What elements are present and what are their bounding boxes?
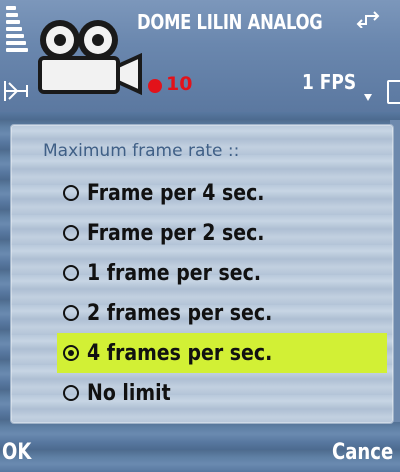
record-indicator-icon <box>148 79 162 93</box>
radio-icon <box>63 385 79 401</box>
radio-icon <box>63 225 79 241</box>
radio-icon <box>63 265 79 281</box>
dialog-title: Maximum frame rate :: <box>43 141 240 161</box>
battery-icon <box>387 80 400 104</box>
frame-rate-dialog: Maximum frame rate :: Frame per 4 sec. F… <box>10 124 394 424</box>
option-label: 2 frames per sec. <box>87 300 273 326</box>
softkey-bar: OK Cance <box>0 428 400 472</box>
option-label: No limit <box>87 380 171 406</box>
option-label: Frame per 4 sec. <box>87 180 265 206</box>
antenna-icon <box>4 81 28 101</box>
radio-icon <box>63 305 79 321</box>
option-2-frames-per-sec[interactable]: 2 frames per sec. <box>57 293 387 333</box>
radio-selected-icon <box>63 345 79 361</box>
option-label: 1 frame per sec. <box>87 260 262 286</box>
ok-softkey[interactable]: OK <box>2 440 31 465</box>
video-camera-icon <box>38 20 142 96</box>
frame-rate-options: Frame per 4 sec. Frame per 2 sec. 1 fram… <box>57 173 387 413</box>
option-1-frame-per-sec[interactable]: 1 frame per sec. <box>57 253 387 293</box>
signal-strength-icon <box>6 6 36 78</box>
status-header: DOME LILIN ANALOG 10 1 FPS <box>0 0 400 112</box>
chevron-down-icon <box>364 94 372 101</box>
fps-indicator: 1 FPS <box>302 70 357 94</box>
option-frame-per-2-sec[interactable]: Frame per 2 sec. <box>57 213 387 253</box>
cancel-softkey[interactable]: Cance <box>332 440 393 465</box>
option-no-limit[interactable]: No limit <box>57 373 387 413</box>
option-frame-per-4-sec[interactable]: Frame per 4 sec. <box>57 173 387 213</box>
camera-name: DOME LILIN ANALOG <box>137 10 323 34</box>
option-4-frames-per-sec[interactable]: 4 frames per sec. <box>57 333 387 373</box>
radio-icon <box>63 185 79 201</box>
option-label: Frame per 2 sec. <box>87 220 265 246</box>
record-count: 10 <box>166 73 193 95</box>
option-label: 4 frames per sec. <box>87 340 273 366</box>
network-icon <box>356 11 380 28</box>
